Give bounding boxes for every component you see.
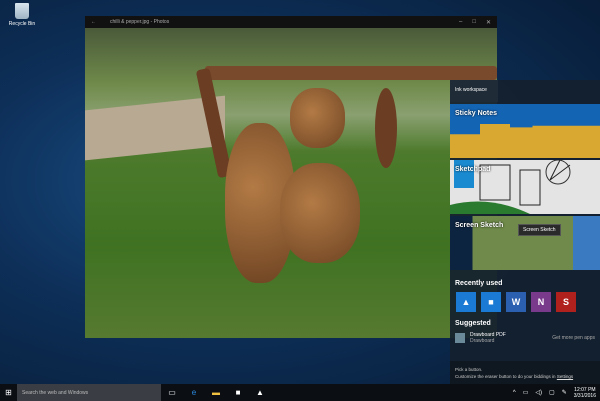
close-button[interactable]: ✕ [486, 19, 491, 26]
card-label: Screen Sketch [455, 222, 504, 229]
cat [280, 163, 360, 263]
search-box[interactable]: Search the web and Windows [17, 384, 161, 401]
recent-app-onenote[interactable]: N [531, 292, 551, 312]
time: 12:07 PM [574, 386, 596, 393]
cat [290, 88, 345, 148]
tooltip: Screen Sketch [518, 224, 561, 236]
recycle-bin-icon [15, 3, 29, 19]
sticky-notes-preview [450, 124, 600, 158]
panel-title: Ink workspace [450, 80, 498, 102]
app-publisher: Drawboard [470, 338, 495, 344]
photos-icon[interactable]: ▲ [249, 388, 271, 397]
date: 3/31/2016 [573, 392, 596, 399]
drawboard-icon [455, 333, 465, 343]
ink-workspace-panel: Ink workspace Sticky Notes Sketchpad Scr… [450, 80, 600, 385]
edge-icon[interactable]: e [183, 388, 205, 397]
chevron-up-icon[interactable]: ^ [513, 390, 516, 396]
recently-used-heading: Recently used [455, 280, 503, 287]
task-view-icon[interactable]: ▭ [161, 388, 183, 397]
title-bar: ← chilli & pepper.jpg - Photos – □ ✕ [85, 16, 497, 28]
card-label: Sticky Notes [455, 110, 498, 117]
card-label: Sketchpad [455, 166, 491, 173]
recycle-bin-label: Recycle Bin [8, 21, 36, 27]
recent-app-fresh-paint[interactable]: ■ [481, 292, 501, 312]
chair-wheel [375, 88, 397, 168]
settings-link[interactable]: Settings [557, 374, 573, 379]
recent-app-photos[interactable]: ▲ [456, 292, 476, 312]
screen-sketch-card[interactable]: Screen Sketch Screen Sketch [450, 216, 600, 270]
file-explorer-icon[interactable]: ▬ [205, 388, 227, 397]
sketchpad-card[interactable]: Sketchpad [450, 160, 600, 214]
start-button[interactable]: ⊞ [0, 388, 17, 397]
window-title: chilli & pepper.jpg - Photos [110, 19, 170, 25]
pen-icon[interactable]: ✎ [562, 389, 567, 396]
volume-icon[interactable]: ◁) [535, 389, 542, 396]
clock[interactable]: 12:07 PM 3/31/2016 [574, 387, 596, 399]
chair-backrest [205, 66, 497, 80]
recent-app-word[interactable]: W [506, 292, 526, 312]
store-icon[interactable]: ■ [227, 388, 249, 397]
recent-app-sketchable[interactable]: S [556, 292, 576, 312]
sticky-notes-card[interactable]: Sticky Notes [450, 104, 600, 158]
suggested-app[interactable]: Drawboard PDF Drawboard Get more pen app… [450, 332, 600, 344]
recycle-bin[interactable]: Recycle Bin [4, 3, 40, 27]
get-more-pen-apps-link[interactable]: Get more pen apps [552, 335, 595, 341]
tip-line: Customize the eraser button to do your b… [455, 374, 556, 379]
system-tray: ^ ▭ ◁) ▢ ✎ 12:07 PM 3/31/2016 [513, 387, 600, 399]
maximize-button[interactable]: □ [472, 19, 476, 26]
tip-line: Pick a button. [455, 367, 483, 372]
battery-icon[interactable]: ▭ [523, 389, 529, 396]
tip: Pick a button. Customize the eraser butt… [450, 361, 600, 385]
suggested-heading: Suggested [455, 320, 491, 327]
taskbar: ⊞ Search the web and Windows ▭ e ▬ ■ ▲ ^… [0, 384, 600, 401]
back-button[interactable]: ← [91, 19, 96, 25]
action-center-icon[interactable]: ▢ [549, 389, 555, 396]
minimize-button[interactable]: – [459, 19, 462, 26]
photo-image [85, 28, 497, 338]
recent-apps: ▲ ■ W N S [450, 292, 600, 312]
photos-window: ← chilli & pepper.jpg - Photos – □ ✕ [85, 16, 497, 338]
